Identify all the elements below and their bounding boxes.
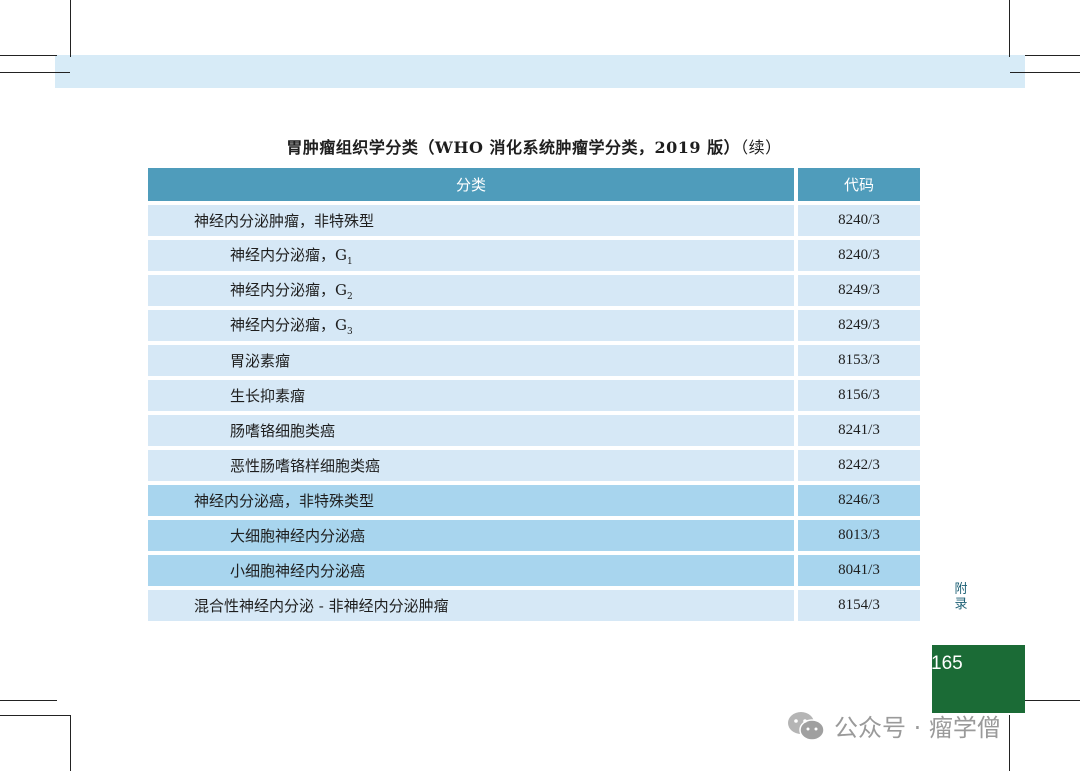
table-row: 恶性肠嗜铬样细胞类癌 8242/3 [148, 450, 920, 481]
code-cell: 8246/3 [798, 485, 920, 516]
top-band [55, 55, 1025, 88]
category-cell: 神经内分泌瘤，G3 [148, 310, 798, 341]
code-cell: 8240/3 [798, 240, 920, 271]
category-label: 生长抑素瘤 [230, 387, 306, 405]
crop-mark [0, 700, 57, 701]
category-label: 胃泌素瘤 [230, 352, 291, 370]
category-cell: 神经内分泌癌，非特殊类型 [148, 485, 798, 516]
category-cell: 大细胞神经内分泌癌 [148, 520, 798, 551]
table-row: 神经内分泌癌，非特殊类型 8246/3 [148, 485, 920, 516]
category-label: 混合性神经内分泌 - 非神经内分泌肿瘤 [194, 597, 449, 615]
crop-mark [70, 0, 71, 57]
crop-mark [1009, 0, 1010, 57]
header-code: 代码 [798, 168, 920, 201]
grade-subscript: 2 [346, 292, 353, 302]
category-cell: 生长抑素瘤 [148, 380, 798, 411]
category-cell: 小细胞神经内分泌癌 [148, 555, 798, 586]
category-label: 神经内分泌癌，非特殊类型 [194, 492, 375, 510]
crop-mark [0, 55, 57, 56]
code-cell: 8156/3 [798, 380, 920, 411]
crop-mark [70, 715, 71, 771]
header-category: 分类 [148, 168, 798, 201]
grade-subscript: 3 [346, 327, 353, 337]
table-row: 神经内分泌瘤，G3 8249/3 [148, 310, 920, 341]
table-header-row: 分类 代码 [148, 168, 920, 201]
table-row: 肠嗜铬细胞类癌 8241/3 [148, 415, 920, 446]
table-row: 神经内分泌瘤，G1 8240/3 [148, 240, 920, 271]
category-label: 肠嗜铬细胞类癌 [230, 422, 336, 440]
code-cell: 8041/3 [798, 555, 920, 586]
crop-mark [1025, 55, 1080, 56]
table-row: 神经内分泌肿瘤，非特殊型 8240/3 [148, 205, 920, 236]
category-cell: 胃泌素瘤 [148, 345, 798, 376]
category-cell: 神经内分泌肿瘤，非特殊型 [148, 205, 798, 236]
category-cell: 恶性肠嗜铬样细胞类癌 [148, 450, 798, 481]
category-label: 神经内分泌瘤，G [230, 281, 347, 299]
category-label: 大细胞神经内分泌癌 [230, 527, 366, 545]
crop-mark [1009, 715, 1010, 771]
crop-mark [1025, 700, 1080, 701]
code-cell: 8013/3 [798, 520, 920, 551]
table-row: 混合性神经内分泌 - 非神经内分泌肿瘤 8154/3 [148, 590, 920, 621]
category-cell: 神经内分泌瘤，G2 [148, 275, 798, 306]
code-cell: 8154/3 [798, 590, 920, 621]
category-label: 神经内分泌瘤，G [230, 246, 347, 264]
category-cell: 肠嗜铬细胞类癌 [148, 415, 798, 446]
code-cell: 8249/3 [798, 275, 920, 306]
category-label: 神经内分泌肿瘤，非特殊型 [194, 212, 375, 230]
watermark-text: 公众号 · 瘤学僧 [834, 714, 1001, 742]
title-main: 胃肿瘤组织学分类（WHO 消化系统肿瘤学分类，2019 版） [286, 138, 741, 157]
category-cell: 混合性神经内分泌 - 非神经内分泌肿瘤 [148, 590, 798, 621]
page-number: 165 [931, 653, 963, 674]
watermark: 公众号 · 瘤学僧 [786, 708, 1001, 743]
table-row: 大细胞神经内分泌癌 8013/3 [148, 520, 920, 551]
title-continued: （续） [740, 138, 782, 157]
category-cell: 神经内分泌瘤，G1 [148, 240, 798, 271]
appendix-side-label: 附录 [954, 582, 968, 612]
code-cell: 8153/3 [798, 345, 920, 376]
crop-mark [1010, 72, 1080, 73]
crop-mark [0, 715, 70, 716]
table-row: 神经内分泌瘤，G2 8249/3 [148, 275, 920, 306]
page-title: 胃肿瘤组织学分类（WHO 消化系统肿瘤学分类，2019 版）（续） [148, 134, 920, 158]
code-cell: 8242/3 [798, 450, 920, 481]
code-cell: 8249/3 [798, 310, 920, 341]
crop-mark [0, 72, 70, 73]
table-row: 胃泌素瘤 8153/3 [148, 345, 920, 376]
category-label: 神经内分泌瘤，G [230, 316, 347, 334]
category-label: 小细胞神经内分泌癌 [230, 562, 366, 580]
category-label: 恶性肠嗜铬样细胞类癌 [230, 457, 381, 475]
wechat-icon [788, 711, 825, 741]
code-cell: 8241/3 [798, 415, 920, 446]
classification-table: 分类 代码 神经内分泌肿瘤，非特殊型 8240/3 神经内分泌瘤，G1 8240… [148, 164, 920, 625]
code-cell: 8240/3 [798, 205, 920, 236]
table-row: 小细胞神经内分泌癌 8041/3 [148, 555, 920, 586]
table-row: 生长抑素瘤 8156/3 [148, 380, 920, 411]
grade-subscript: 1 [346, 257, 353, 267]
